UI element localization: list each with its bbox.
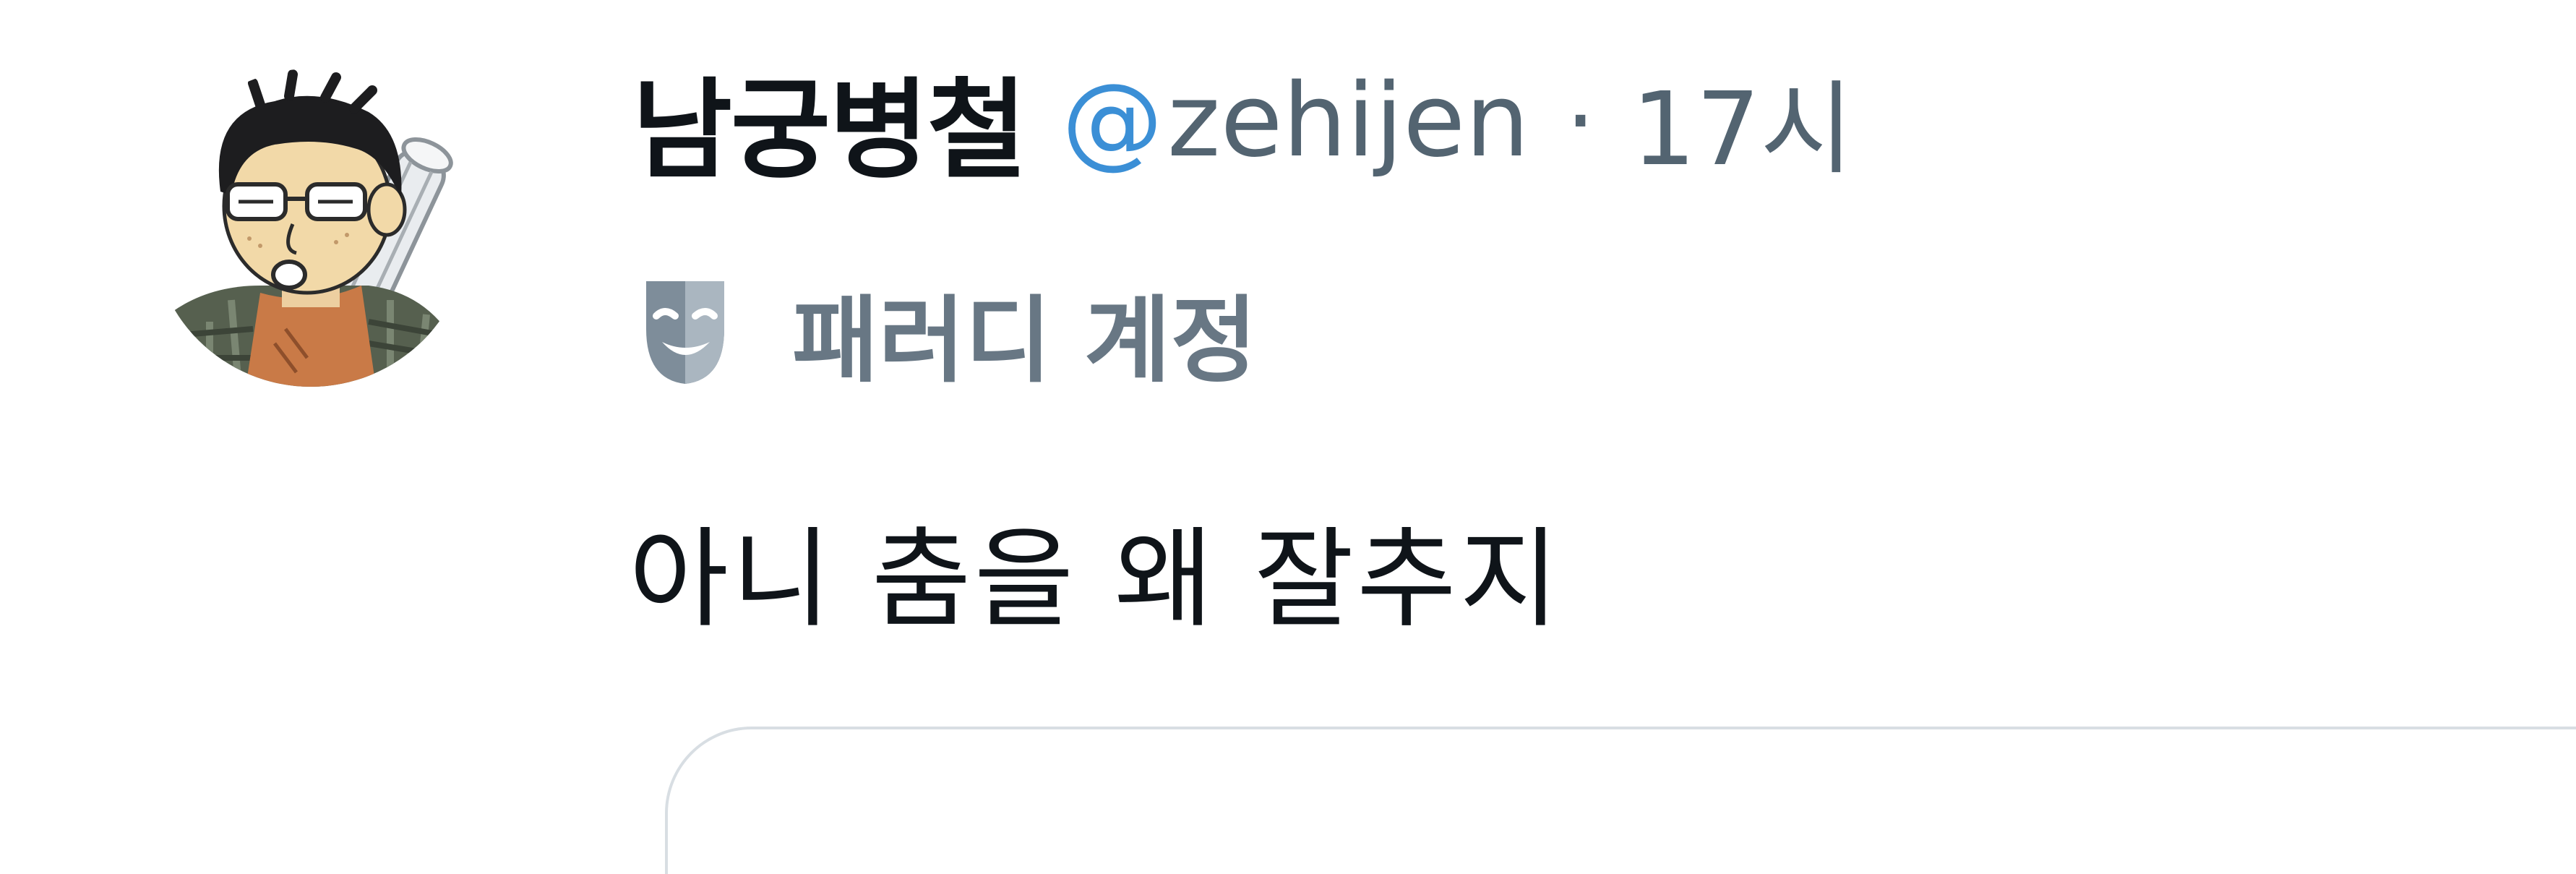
- at-sign: @: [1062, 61, 1164, 180]
- attached-card[interactable]: [665, 727, 2576, 874]
- tweet[interactable]: 남궁병철 @ zehijen · 17시 패러디 계정 아니 춤을 왜 잘추지: [0, 0, 2576, 874]
- cartoon-avatar-icon: [152, 69, 470, 387]
- author-handle[interactable]: @ zehijen: [1062, 62, 1529, 180]
- tweet-timestamp[interactable]: 17시: [1631, 48, 1853, 194]
- header-separator: ·: [1566, 66, 1596, 176]
- theater-mask-icon: [646, 281, 724, 384]
- author-handle-name: zehijen: [1167, 61, 1530, 180]
- parody-account-label: 패러디 계정: [643, 271, 1257, 395]
- tweet-text: 아니 춤을 왜 잘추지: [629, 517, 1563, 643]
- author-display-name[interactable]: 남궁병철: [632, 43, 1027, 200]
- tweet-header: 남궁병철 @ zehijen · 17시: [632, 52, 1853, 194]
- author-avatar[interactable]: [152, 69, 470, 387]
- parody-label-text: 패러디 계정: [792, 286, 1258, 395]
